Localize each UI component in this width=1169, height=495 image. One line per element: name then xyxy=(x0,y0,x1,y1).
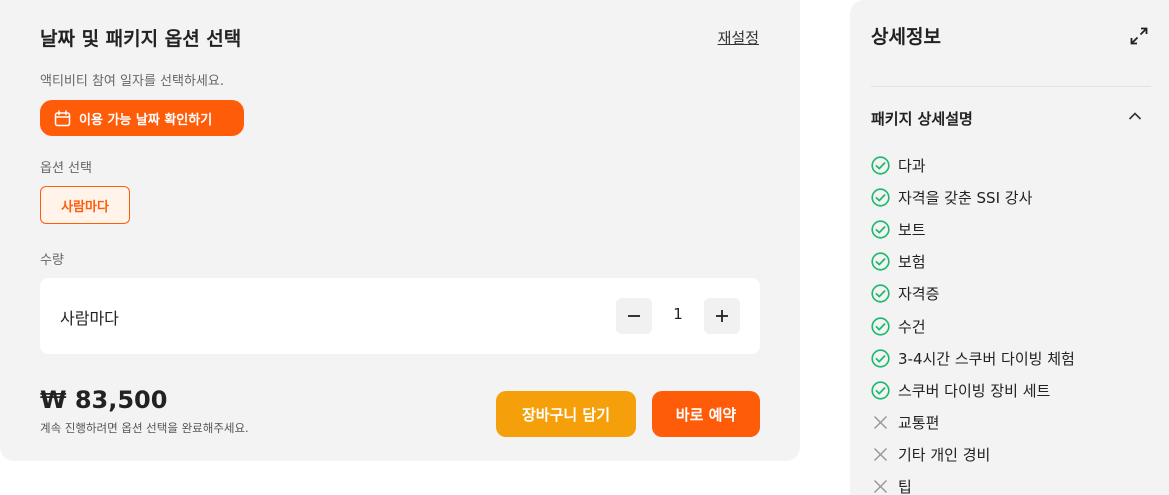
package-feature-item: 보험 xyxy=(871,246,1075,278)
option-section-label: 옵션 선택 xyxy=(40,161,92,176)
package-feature-label: 자격증 xyxy=(898,285,940,304)
book-now-button[interactable]: 바로 예약 xyxy=(652,391,760,437)
package-feature-label: 수건 xyxy=(898,317,926,336)
package-details-heading: 패키지 상세설명 xyxy=(871,110,973,128)
check-circle-icon xyxy=(871,381,890,400)
add-to-cart-button[interactable]: 장바구니 담기 xyxy=(496,391,636,437)
package-feature-item: 보트 xyxy=(871,213,1075,245)
quantity-item-name: 사람마다 xyxy=(60,309,119,328)
package-feature-item: 기타 개인 경비 xyxy=(871,439,1075,471)
check-circle-icon xyxy=(871,349,890,368)
close-icon xyxy=(871,445,890,464)
check-circle-icon xyxy=(871,188,890,207)
plus-icon xyxy=(716,310,728,322)
increase-quantity-button[interactable] xyxy=(704,298,740,334)
reset-link[interactable]: 재설정 xyxy=(718,27,759,48)
package-feature-label: 보험 xyxy=(898,253,926,272)
package-feature-label: 자격을 갖춘 SSI 강사 xyxy=(898,188,1033,207)
minus-icon xyxy=(628,315,640,317)
check-circle-icon xyxy=(871,220,890,239)
quantity-section-label: 수량 xyxy=(40,253,64,268)
option-chip-per-person[interactable]: 사람마다 xyxy=(40,186,130,224)
package-feature-label: 다과 xyxy=(898,156,926,175)
total-price: ₩ 83,500 xyxy=(40,386,168,414)
expand-icon[interactable] xyxy=(1130,27,1148,45)
package-feature-item: 수건 xyxy=(871,310,1075,342)
package-feature-label: 스쿠버 다이빙 장비 세트 xyxy=(898,381,1051,400)
chevron-up-icon[interactable] xyxy=(1128,108,1142,122)
package-feature-label: 기타 개인 경비 xyxy=(898,446,991,465)
package-feature-item: 다과 xyxy=(871,149,1075,181)
details-panel: 상세정보 패키지 상세설명 다과자격을 갖춘 SSI 강사보트보험자격증수건 3-… xyxy=(850,0,1169,495)
package-feature-label: 교통편 xyxy=(898,414,940,433)
package-feature-item: 팁 xyxy=(871,471,1075,495)
package-feature-item: 교통편 xyxy=(871,407,1075,439)
check-available-dates-label: 이용 가능 날짜 확인하기 xyxy=(79,112,213,128)
divider xyxy=(871,86,1151,87)
booking-panel: 날짜 및 패키지 옵션 선택 재설정 액티비티 참여 일자를 선택하세요. 이용… xyxy=(0,0,800,461)
package-feature-label: 보트 xyxy=(898,220,926,239)
date-instruction: 액티비티 참여 일자를 선택하세요. xyxy=(40,74,224,89)
package-feature-label: 팁 xyxy=(898,478,912,495)
calendar-icon xyxy=(54,109,71,127)
quantity-value: 1 xyxy=(673,305,683,323)
check-available-dates-button[interactable]: 이용 가능 날짜 확인하기 xyxy=(40,100,244,136)
decrease-quantity-button[interactable] xyxy=(616,298,652,334)
booking-title: 날짜 및 패키지 옵션 선택 xyxy=(40,28,242,50)
check-circle-icon xyxy=(871,316,890,336)
package-feature-item: 자격증 xyxy=(871,278,1075,310)
check-circle-icon xyxy=(871,284,890,303)
price-note: 계속 진행하려면 옵션 선택을 완료해주세요. xyxy=(40,421,249,435)
quantity-card: 사람마다 1 xyxy=(40,278,760,354)
close-icon xyxy=(871,477,890,495)
details-title: 상세정보 xyxy=(871,26,941,48)
package-feature-item: 자격을 갖춘 SSI 강사 xyxy=(871,181,1075,213)
package-feature-item: 스쿠버 다이빙 장비 세트 xyxy=(871,374,1075,406)
check-circle-icon xyxy=(871,252,890,271)
package-feature-list: 다과자격을 갖춘 SSI 강사보트보험자격증수건 3-4시간 스쿠버 다이빙 체험… xyxy=(871,149,1075,495)
package-feature-label: 3-4시간 스쿠버 다이빙 체험 xyxy=(898,349,1075,368)
package-feature-item: 3-4시간 스쿠버 다이빙 체험 xyxy=(871,342,1075,374)
close-icon xyxy=(871,413,890,432)
check-circle-icon xyxy=(871,155,890,175)
